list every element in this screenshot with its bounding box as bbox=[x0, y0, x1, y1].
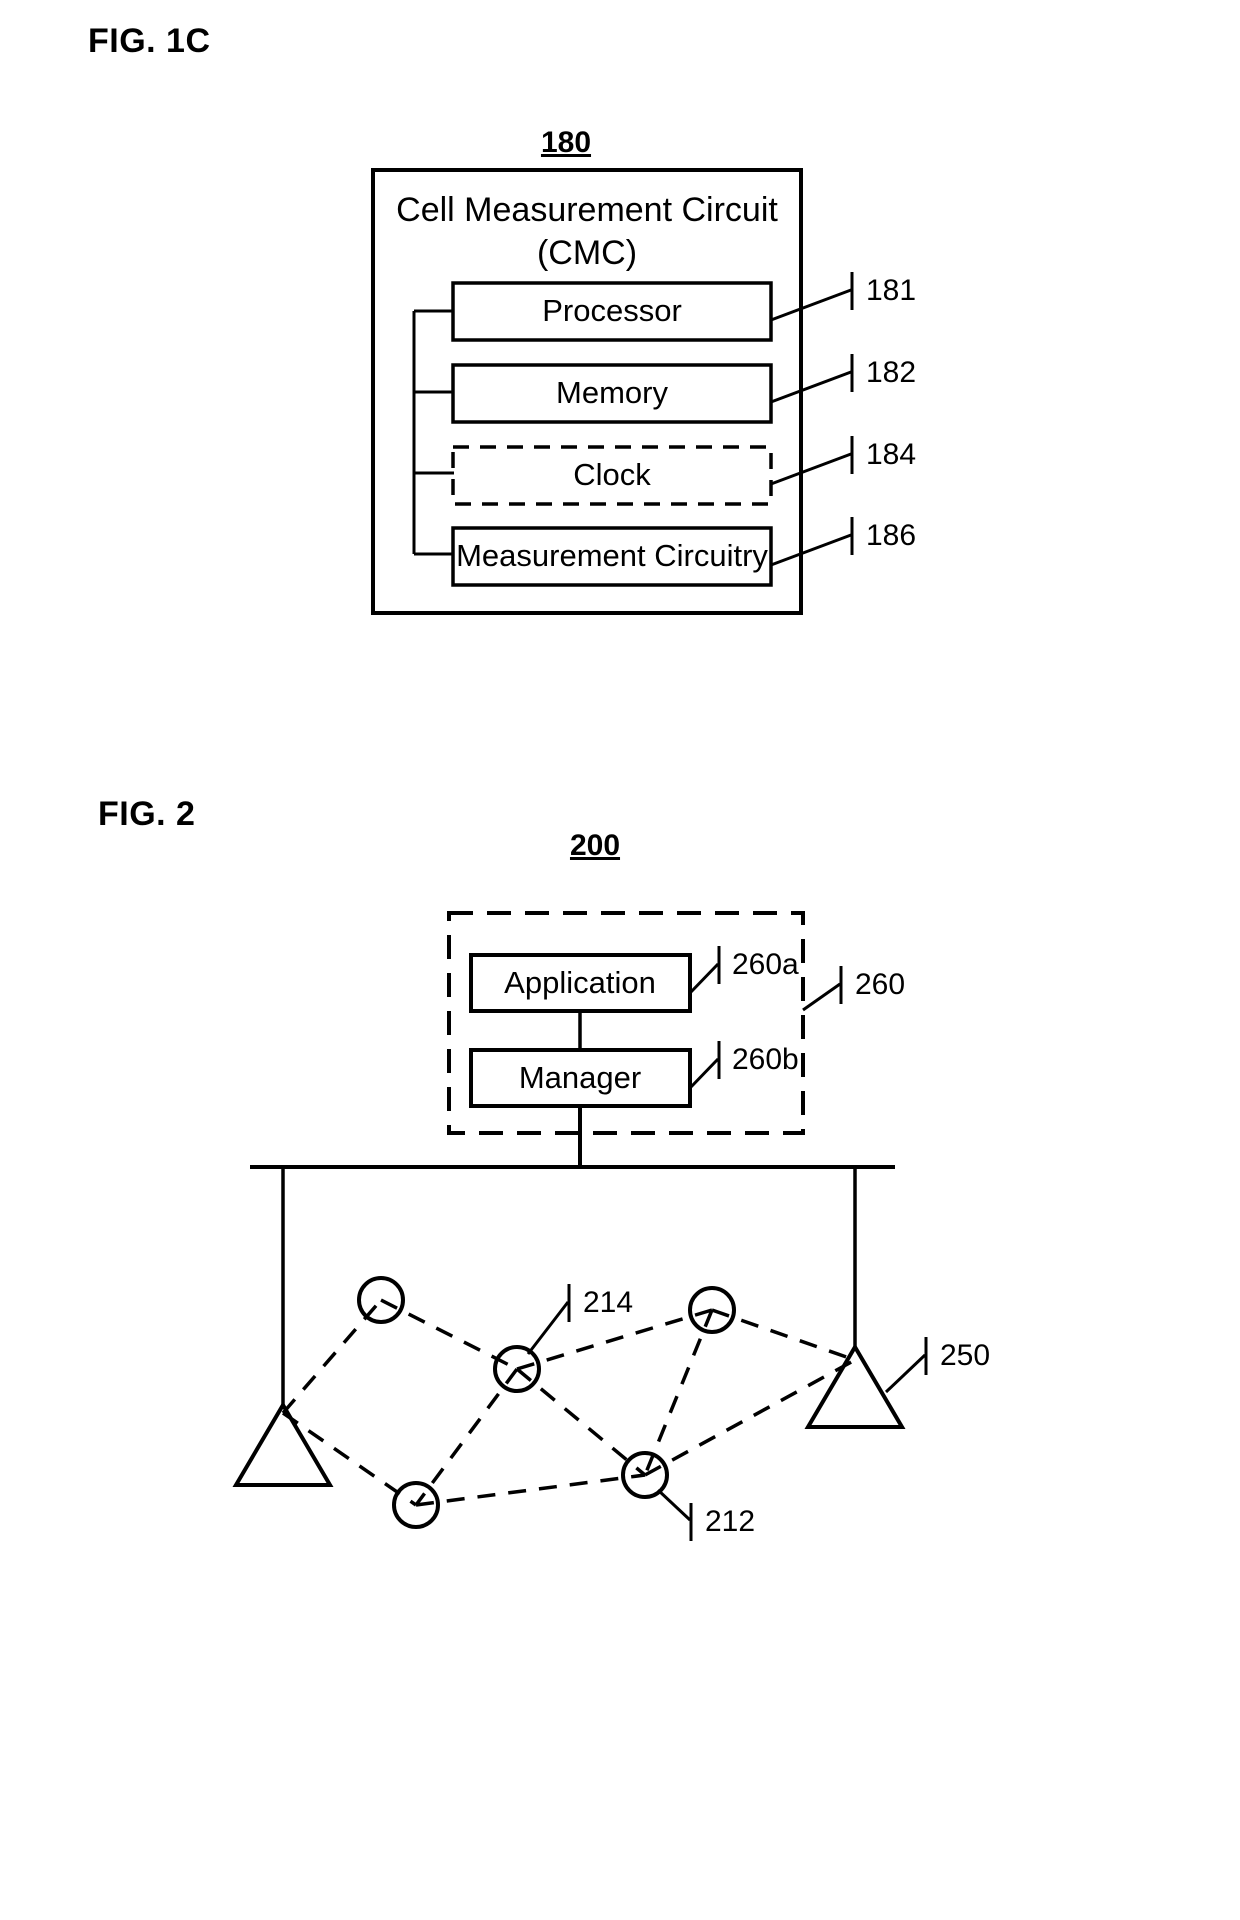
figure-2-ref-200: 200 bbox=[570, 829, 620, 862]
link-c3-c212 bbox=[643, 1309, 714, 1476]
link-c214-c4 bbox=[414, 1367, 519, 1507]
network-links bbox=[281, 1298, 856, 1507]
ref-181: 181 bbox=[866, 274, 916, 307]
link-c212-tri2 bbox=[644, 1358, 856, 1477]
leader-line-260b bbox=[688, 1057, 720, 1090]
network-node-triangle-250 bbox=[804, 1343, 906, 1429]
leader-line-212 bbox=[656, 1488, 692, 1522]
ref-260a: 260a bbox=[732, 948, 799, 981]
figure-2-label: FIG. 2 bbox=[98, 795, 196, 833]
ref-260b: 260b bbox=[732, 1043, 799, 1076]
leader-line-181 bbox=[770, 288, 852, 322]
figure-1c-drawing: 180 Cell Measurement Circuit (CMC) Proce… bbox=[371, 126, 916, 615]
leader-line-250 bbox=[884, 1353, 927, 1394]
ref-212: 212 bbox=[705, 1505, 755, 1538]
link-tri1-c4 bbox=[282, 1411, 417, 1507]
cmc-title-line2: (CMC) bbox=[537, 234, 637, 272]
ref-186: 186 bbox=[866, 519, 916, 552]
network-node-triangle-1 bbox=[232, 1401, 334, 1487]
group-260-dashed-box bbox=[447, 911, 805, 1135]
figure-2-drawing: 200 Application Manager 260a 260b 260 21… bbox=[232, 829, 990, 1541]
ref-260: 260 bbox=[855, 968, 905, 1001]
leader-line-186 bbox=[770, 533, 852, 567]
link-c214-c212 bbox=[515, 1367, 647, 1477]
leader-line-260 bbox=[802, 982, 841, 1012]
figure-1c-ref-180: 180 bbox=[541, 126, 591, 159]
clock-block-label: Clock bbox=[573, 457, 651, 492]
leader-line-184 bbox=[770, 452, 852, 486]
ref-214: 214 bbox=[583, 1286, 633, 1319]
memory-block-label: Memory bbox=[556, 375, 668, 410]
leader-line-260a bbox=[688, 962, 720, 995]
application-block-label: Application bbox=[504, 965, 656, 1000]
link-c4-c212 bbox=[415, 1473, 646, 1507]
cmc-title-line1: Cell Measurement Circuit bbox=[396, 191, 778, 229]
figure-sheet: FIG. 1C 180 Cell Measurement Circuit (CM… bbox=[0, 0, 1240, 1907]
leader-line-182 bbox=[770, 370, 852, 404]
ref-250: 250 bbox=[940, 1339, 990, 1372]
ref-182: 182 bbox=[866, 356, 916, 389]
processor-block-label: Processor bbox=[542, 293, 682, 328]
measurement-circuitry-block-label: Measurement Circuitry bbox=[456, 538, 768, 573]
leader-line-214 bbox=[526, 1301, 570, 1355]
ref-184: 184 bbox=[866, 438, 916, 471]
manager-block-label: Manager bbox=[519, 1060, 641, 1095]
